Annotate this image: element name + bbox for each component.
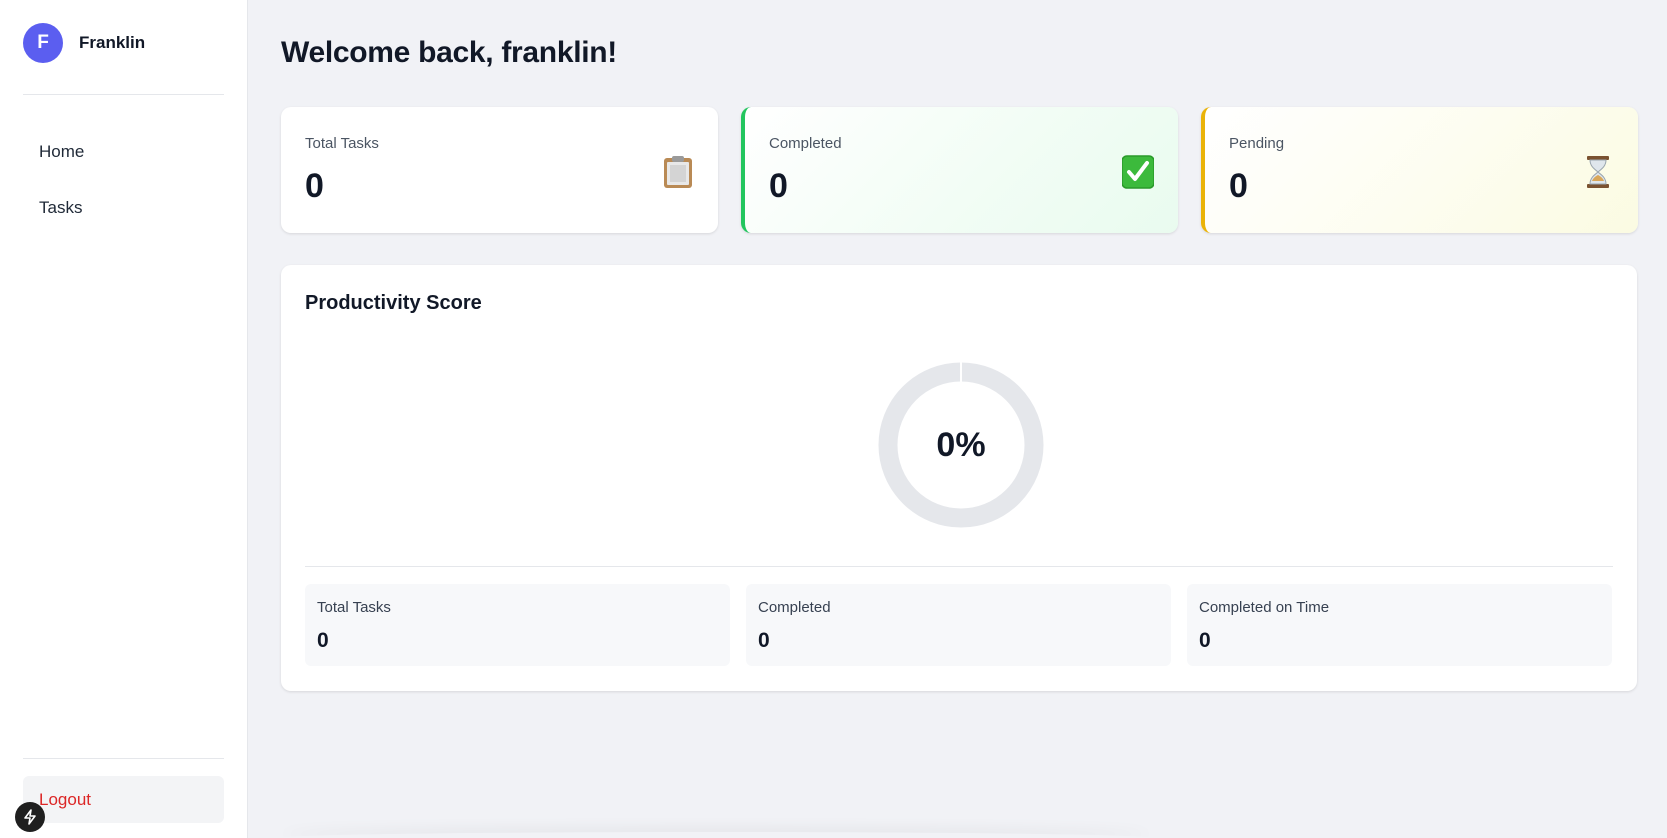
sidebar: F Franklin Home Tasks Logout (0, 0, 248, 838)
summary-value: 0 (317, 629, 329, 652)
user-profile: F Franklin (23, 23, 145, 63)
check-mark-icon (1122, 155, 1154, 189)
hourglass-icon (1587, 156, 1609, 188)
stat-card-total-tasks: Total Tasks 0 (281, 107, 718, 233)
sidebar-divider (23, 758, 224, 759)
page-title: Welcome back, franklin! (281, 36, 617, 69)
stat-card-completed: Completed 0 (741, 107, 1178, 233)
summary-label: Completed on Time (1199, 599, 1330, 616)
panel-title: Productivity Score (305, 292, 482, 314)
summary-card-total-tasks: Total Tasks 0 (305, 584, 730, 666)
productivity-panel: Productivity Score 0% Total Tasks 0 Comp… (281, 265, 1637, 691)
stat-label: Pending (1229, 135, 1285, 152)
summary-value: 0 (758, 629, 770, 652)
panel-divider (305, 566, 1613, 567)
sidebar-nav: Home Tasks (23, 132, 224, 244)
stat-value: 0 (1229, 167, 1248, 205)
sidebar-divider (23, 94, 224, 95)
logout-button[interactable]: Logout (23, 776, 224, 823)
clipboard-icon (664, 156, 692, 188)
stat-label: Total Tasks (305, 135, 379, 152)
summary-label: Total Tasks (317, 599, 391, 616)
summary-card-completed: Completed 0 (746, 584, 1171, 666)
scroll-shadow (281, 832, 1151, 838)
bolt-icon-glyph (24, 809, 36, 825)
stat-value: 0 (769, 167, 788, 205)
sidebar-item-tasks[interactable]: Tasks (23, 188, 224, 228)
stat-card-pending: Pending 0 (1201, 107, 1638, 233)
bolt-icon[interactable] (15, 802, 45, 832)
summary-card-completed-on-time: Completed on Time 0 (1187, 584, 1612, 666)
summary-label: Completed (758, 599, 831, 616)
sidebar-item-home[interactable]: Home (23, 132, 224, 172)
stat-label: Completed (769, 135, 842, 152)
stat-value: 0 (305, 167, 324, 205)
productivity-score: 0% (936, 425, 986, 464)
avatar: F (23, 23, 63, 63)
summary-value: 0 (1199, 629, 1211, 652)
user-name: Franklin (79, 33, 146, 52)
